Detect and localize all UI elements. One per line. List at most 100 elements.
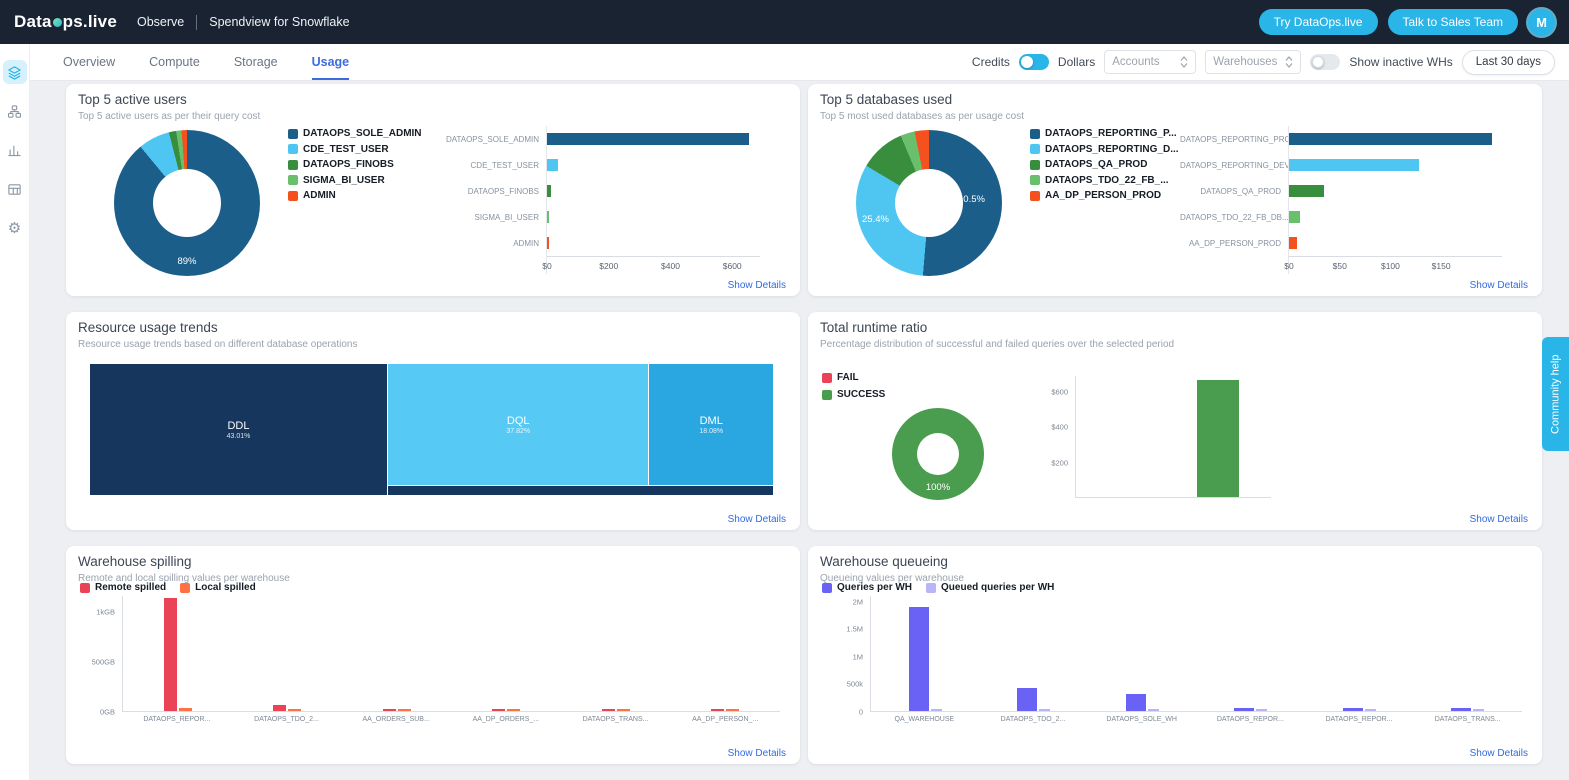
bar-category-label: DATAOPS_REPORTING_DEV: [1180, 160, 1288, 170]
talk-to-sales-button[interactable]: Talk to Sales Team: [1387, 9, 1518, 35]
bar-group: [382, 596, 411, 711]
bar[interactable]: [930, 709, 942, 711]
sidebar-item-tables[interactable]: [3, 177, 27, 201]
show-details-link[interactable]: Show Details: [728, 514, 786, 525]
bar[interactable]: [726, 709, 740, 711]
legend-item: Remote spilled: [80, 582, 166, 593]
bar[interactable]: [1017, 688, 1038, 711]
bar[interactable]: [382, 709, 396, 711]
sidebar-item-settings[interactable]: ⚙: [3, 216, 27, 240]
show-details-link[interactable]: Show Details: [1470, 514, 1528, 525]
bar[interactable]: [1147, 709, 1159, 711]
bar-category-label: DATAOPS_TDO_22_FB_DB...: [1180, 212, 1288, 222]
bar[interactable]: [507, 709, 521, 711]
bar[interactable]: [1125, 694, 1146, 711]
bar-group: [711, 596, 740, 711]
bar[interactable]: [1473, 709, 1485, 711]
legend-item: FAIL: [822, 372, 885, 383]
bar[interactable]: [547, 133, 750, 145]
bar[interactable]: [1039, 709, 1051, 711]
date-range-button[interactable]: Last 30 days: [1461, 49, 1555, 75]
y-tick-label: $400: [1051, 422, 1068, 432]
bar[interactable]: [163, 597, 177, 711]
donut-percent-label: 89%: [177, 256, 197, 267]
credits-dollars-toggle[interactable]: [1018, 54, 1049, 70]
show-details-link[interactable]: Show Details: [1470, 748, 1528, 759]
warehouses-select[interactable]: Warehouses: [1205, 50, 1302, 74]
bar[interactable]: [908, 606, 929, 711]
tab-compute[interactable]: Compute: [149, 44, 200, 80]
show-details-link[interactable]: Show Details: [1470, 280, 1528, 291]
bar[interactable]: [616, 709, 630, 711]
bar[interactable]: [288, 709, 302, 711]
donut-chart[interactable]: 89%: [114, 130, 260, 276]
axis-spacer: [1180, 256, 1288, 274]
donut-chart[interactable]: 40.5% 25.4%: [856, 130, 1002, 276]
tab-usage[interactable]: Usage: [311, 44, 350, 80]
show-details-link[interactable]: Show Details: [728, 748, 786, 759]
legend-label: FAIL: [837, 372, 859, 383]
bar-row: AA_DP_PERSON_PROD: [1180, 230, 1502, 256]
bar-group: [1234, 596, 1268, 711]
bar[interactable]: [1234, 707, 1255, 711]
bar-track: [1288, 230, 1502, 256]
bar[interactable]: [547, 237, 549, 249]
treemap-block-dml[interactable]: DML 18.08%: [649, 364, 773, 485]
sidebar-item-analytics[interactable]: [3, 138, 27, 162]
card-title: Warehouse queueing: [820, 554, 948, 569]
bar[interactable]: [1289, 211, 1301, 223]
accounts-select[interactable]: Accounts: [1104, 50, 1197, 74]
tab-overview[interactable]: Overview: [63, 44, 115, 80]
x-category-label: DATAOPS_TDO_2...: [1000, 716, 1066, 723]
bar[interactable]: [1289, 185, 1325, 197]
topnav-observe[interactable]: Observe: [137, 15, 184, 29]
tab-storage[interactable]: Storage: [234, 44, 278, 80]
topbar-actions: Try DataOps.live Talk to Sales Team M: [1258, 8, 1555, 36]
x-axis: QA_WAREHOUSE DATAOPS_TDO_2... DATAOPS_SOLE…: [870, 712, 1522, 728]
table-icon: [8, 183, 21, 195]
bar-track: [546, 230, 760, 256]
bar[interactable]: [492, 709, 506, 711]
bar[interactable]: [1196, 379, 1239, 497]
bar-row: DATAOPS_REPORTING_DEV: [1180, 152, 1502, 178]
bar[interactable]: [547, 185, 551, 197]
bar[interactable]: [1289, 159, 1419, 171]
legend-item: Queries per WH: [822, 582, 912, 593]
bar[interactable]: [1364, 709, 1376, 711]
topnav-product[interactable]: Spendview for Snowflake: [209, 15, 349, 29]
bar[interactable]: [178, 707, 192, 711]
user-avatar[interactable]: M: [1528, 8, 1555, 36]
sidebar-item-pipelines[interactable]: [3, 99, 27, 123]
bar[interactable]: [273, 705, 287, 711]
bar-row: DATAOPS_REPORTING_PROD: [1180, 126, 1502, 152]
chart-legend: DATAOPS_SOLE_ADMIN CDE_TEST_USER DATAOPS_F…: [288, 128, 422, 201]
show-inactive-label: Show inactive WHs: [1349, 55, 1453, 69]
legend-label: DATAOPS_SOLE_ADMIN: [303, 128, 422, 139]
treemap-block-dql[interactable]: DQL 37.82%: [387, 364, 649, 485]
bar[interactable]: [1256, 709, 1268, 711]
logo-text-pre: Data: [14, 12, 52, 31]
show-details-link[interactable]: Show Details: [728, 280, 786, 291]
card-top-5-databases-used: Top 5 databases used Top 5 most used dat…: [808, 84, 1542, 296]
sidebar-item-spendview[interactable]: [2, 60, 27, 84]
bar[interactable]: [601, 709, 615, 711]
section-tabs: Overview Compute Storage Usage: [63, 44, 350, 80]
try-dataops-button[interactable]: Try DataOps.live: [1258, 9, 1378, 35]
bar[interactable]: [397, 709, 411, 711]
bar[interactable]: [1289, 237, 1298, 249]
bar[interactable]: [711, 709, 725, 711]
legend-item: Local spilled: [180, 582, 256, 593]
logo[interactable]: Data ps.live: [14, 12, 117, 32]
x-axis: DATAOPS_REPOR... DATAOPS_TDO_2... AA_ORDER…: [122, 712, 780, 728]
y-tick-label: $200: [1051, 458, 1068, 468]
bar[interactable]: [1451, 708, 1472, 711]
bar[interactable]: [1342, 707, 1363, 711]
donut-chart[interactable]: 100%: [892, 408, 984, 500]
top-navigation: Observe Spendview for Snowflake: [137, 14, 350, 30]
bar[interactable]: [547, 211, 550, 223]
treemap-block-ddl[interactable]: DDL 43.01%: [90, 364, 387, 495]
bar[interactable]: [1289, 133, 1492, 145]
bar[interactable]: [547, 159, 558, 171]
community-help-tab[interactable]: Community help: [1542, 337, 1569, 451]
show-inactive-toggle[interactable]: [1310, 54, 1341, 70]
